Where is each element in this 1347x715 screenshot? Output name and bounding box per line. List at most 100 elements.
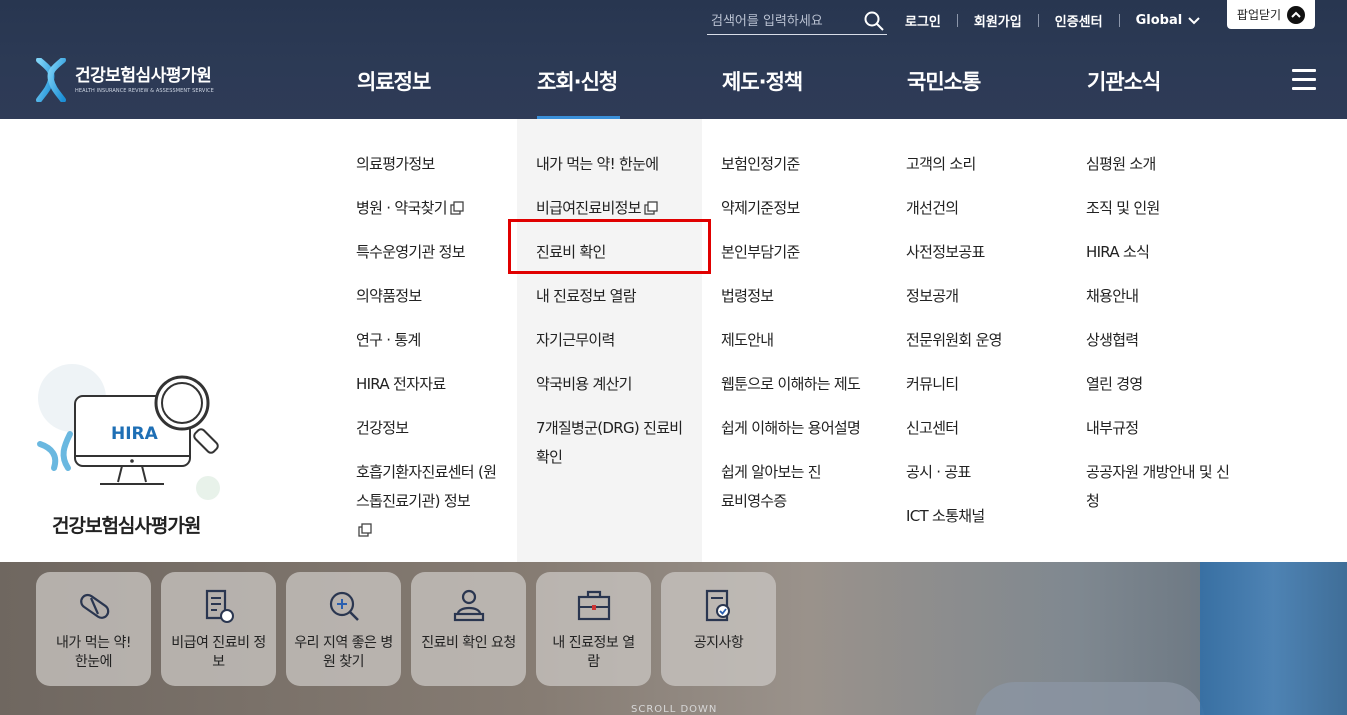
menu-item[interactable]: 특수운영기관 정보 — [356, 238, 506, 267]
magnifier-plus-icon — [329, 591, 359, 621]
menu-column-system-policy: 보험인정기준 약제기준정보 본인부담기준 법령정보 제도안내 웹툰으로 이해하는… — [721, 150, 881, 516]
menu-item[interactable]: 신고센터 — [906, 414, 1066, 443]
menu-item[interactable]: 상생협력 — [1086, 326, 1236, 355]
menu-item-medical-fee-check[interactable]: 진료비 확인 — [536, 238, 696, 267]
quick-menu-fee-check-request[interactable]: 진료비 확인 요청 — [411, 572, 526, 686]
tower-image — [1200, 562, 1347, 715]
menu-item-label: 호흡기환자진료센터 (원스톱진료기관) 정보 — [356, 463, 497, 510]
quick-menu-find-hospital[interactable]: 우리 지역 좋은 병원 찾기 — [286, 572, 401, 686]
menu-item[interactable]: 본인부담기준 — [721, 238, 881, 267]
popup-close-button[interactable]: 팝업닫기 — [1227, 0, 1315, 29]
chevron-down-icon — [1188, 16, 1200, 24]
menu-item[interactable]: 채용안내 — [1086, 282, 1236, 311]
quick-menu-label: 비급여 진료비 정보 — [171, 635, 266, 670]
certificate-center-link[interactable]: 인증센터 — [1055, 11, 1103, 30]
menu-item[interactable]: 고객의 소리 — [906, 150, 1066, 179]
divider — [956, 14, 958, 27]
scroll-down-indicator[interactable]: SCROLL DOWN — [631, 704, 717, 715]
logo-subtitle: HEALTH INSURANCE REVIEW & ASSESSMENT SER… — [75, 87, 214, 94]
menu-item[interactable]: 의약품정보 — [356, 282, 506, 311]
menu-item[interactable]: 열린 경영 — [1086, 370, 1236, 399]
quick-menu-my-medicine[interactable]: 내가 먹는 약! 한눈에 — [36, 572, 151, 686]
menu-item[interactable]: 쉽게 이해하는 용어설명 — [721, 414, 881, 443]
nav-public-communication[interactable]: 국민소통 — [907, 66, 981, 96]
quick-menu-label: 내 진료정보 열람 — [552, 635, 635, 670]
site-logo[interactable]: 건강보험심사평가원 HEALTH INSURANCE REVIEW & ASSE… — [35, 58, 214, 102]
pill-icon — [79, 593, 109, 619]
illustration-title: 건강보험심사평가원 — [52, 515, 201, 537]
login-link[interactable]: 로그인 — [905, 11, 941, 30]
document-won-icon — [205, 589, 234, 623]
menu-item[interactable]: 내부규정 — [1086, 414, 1236, 443]
menu-column-agency-news: 심평원 소개 조직 및 인원 HIRA 소식 채용안내 상생협력 열린 경영 내… — [1086, 150, 1236, 516]
menu-item[interactable]: 약국비용 계산기 — [536, 370, 696, 399]
nav-medical-info[interactable]: 의료정보 — [357, 66, 431, 96]
menu-item[interactable]: 약제기준정보 — [721, 194, 881, 223]
hamburger-menu-icon[interactable] — [1292, 69, 1316, 91]
search-box — [707, 8, 887, 35]
external-link-icon — [644, 201, 658, 215]
menu-item[interactable]: 법령정보 — [721, 282, 881, 311]
briefcase-icon — [577, 590, 610, 621]
menu-item[interactable]: 내가 먹는 약! 한눈에 — [536, 150, 696, 179]
menu-item-label: 병원 · 약국찾기 — [356, 199, 448, 217]
signup-link[interactable]: 회원가입 — [974, 11, 1022, 30]
menu-item[interactable]: 커뮤니티 — [906, 370, 1066, 399]
menu-item[interactable]: 조직 및 인원 — [1086, 194, 1236, 223]
menu-item[interactable]: 내 진료정보 열람 — [536, 282, 696, 311]
menu-item[interactable]: 웹툰으로 이해하는 제도 — [721, 370, 881, 399]
search-input[interactable] — [709, 10, 859, 32]
menu-item[interactable]: ICT 소통채널 — [906, 502, 1066, 531]
nav-agency-news[interactable]: 기관소식 — [1087, 66, 1161, 96]
menu-item-hospital-pharmacy[interactable]: 병원 · 약국찾기 — [356, 194, 506, 223]
popup-close-label: 팝업닫기 — [1236, 8, 1282, 22]
menu-item[interactable]: 정보공개 — [906, 282, 1066, 311]
global-label: Global — [1135, 13, 1183, 28]
document-check-icon — [705, 589, 730, 622]
utility-links: 로그인 회원가입 인증센터 Global — [905, 11, 1200, 30]
menu-item[interactable]: 건강정보 — [356, 414, 506, 443]
menu-item[interactable]: 쉽게 알아보는 진료비영수증 — [721, 458, 822, 516]
menu-item[interactable]: 제도안내 — [721, 326, 881, 355]
menu-item[interactable]: 자기근무이력 — [536, 326, 696, 355]
menu-item[interactable]: 공시 · 공표 — [906, 458, 1066, 487]
mega-menu: HIRA 건강보험심사평가원 의료평가정보 병원 · 약국찾기 특수운영기관 정… — [0, 119, 1347, 562]
menu-item[interactable]: 공공자원 개방안내 및 신청 — [1086, 458, 1236, 516]
hira-illustration: HIRA — [30, 356, 230, 510]
search-icon[interactable] — [863, 10, 885, 32]
nav-inquiry-application[interactable]: 조회·신청 — [537, 66, 618, 96]
external-link-icon — [450, 201, 464, 215]
quick-menu-label: 공지사항 — [693, 635, 744, 651]
quick-menu-label: 진료비 확인 요청 — [421, 635, 516, 651]
hira-logo-icon — [36, 58, 66, 102]
menu-item[interactable]: 의료평가정보 — [356, 150, 506, 179]
divider — [1118, 14, 1120, 27]
person-laptop-icon — [453, 589, 484, 622]
menu-item[interactable]: 연구 · 통계 — [356, 326, 506, 355]
menu-item-non-covered-fees[interactable]: 비급여진료비정보 — [536, 194, 696, 223]
menu-item[interactable]: 개선건의 — [906, 194, 1066, 223]
hero-section: 내가 먹는 약! 한눈에 비급여 진료비 정보 우리 지역 좋은 병원 찾기 진… — [0, 562, 1347, 715]
quick-menu-non-covered[interactable]: 비급여 진료비 정보 — [161, 572, 276, 686]
divider — [1037, 14, 1039, 27]
menu-item[interactable]: 전문위원회 운영 — [906, 326, 1066, 355]
external-link-icon — [358, 523, 372, 537]
menu-column-inquiry: 내가 먹는 약! 한눈에 비급여진료비정보 진료비 확인 내 진료정보 열람 자… — [536, 150, 696, 472]
menu-item-respiratory-center[interactable]: 호흡기환자진료센터 (원스톱진료기관) 정보 — [356, 458, 506, 545]
menu-item[interactable]: 심평원 소개 — [1086, 150, 1236, 179]
menu-item[interactable]: 보험인정기준 — [721, 150, 881, 179]
menu-item[interactable]: HIRA 전자자료 — [356, 370, 506, 399]
menu-item[interactable]: 사전정보공표 — [906, 238, 1066, 267]
menu-item[interactable]: 7개질병군(DRG) 진료비 확인 — [536, 414, 696, 472]
menu-item-label: 비급여진료비정보 — [536, 199, 642, 217]
quick-menu-my-medical-info[interactable]: 내 진료정보 열람 — [536, 572, 651, 686]
quick-menu-notices[interactable]: 공지사항 — [661, 572, 776, 686]
menu-item[interactable]: HIRA 소식 — [1086, 238, 1236, 267]
global-dropdown[interactable]: Global — [1136, 13, 1201, 28]
illustration-badge: HIRA — [111, 424, 158, 444]
quick-menu-label: 내가 먹는 약! 한눈에 — [56, 635, 131, 670]
chevron-up-icon — [1287, 5, 1306, 24]
menu-column-medical-info: 의료평가정보 병원 · 약국찾기 특수운영기관 정보 의약품정보 연구 · 통계… — [356, 150, 506, 545]
nav-system-policy[interactable]: 제도·정책 — [722, 66, 803, 96]
menu-column-public-communication: 고객의 소리 개선건의 사전정보공표 정보공개 전문위원회 운영 커뮤니티 신고… — [906, 150, 1066, 531]
